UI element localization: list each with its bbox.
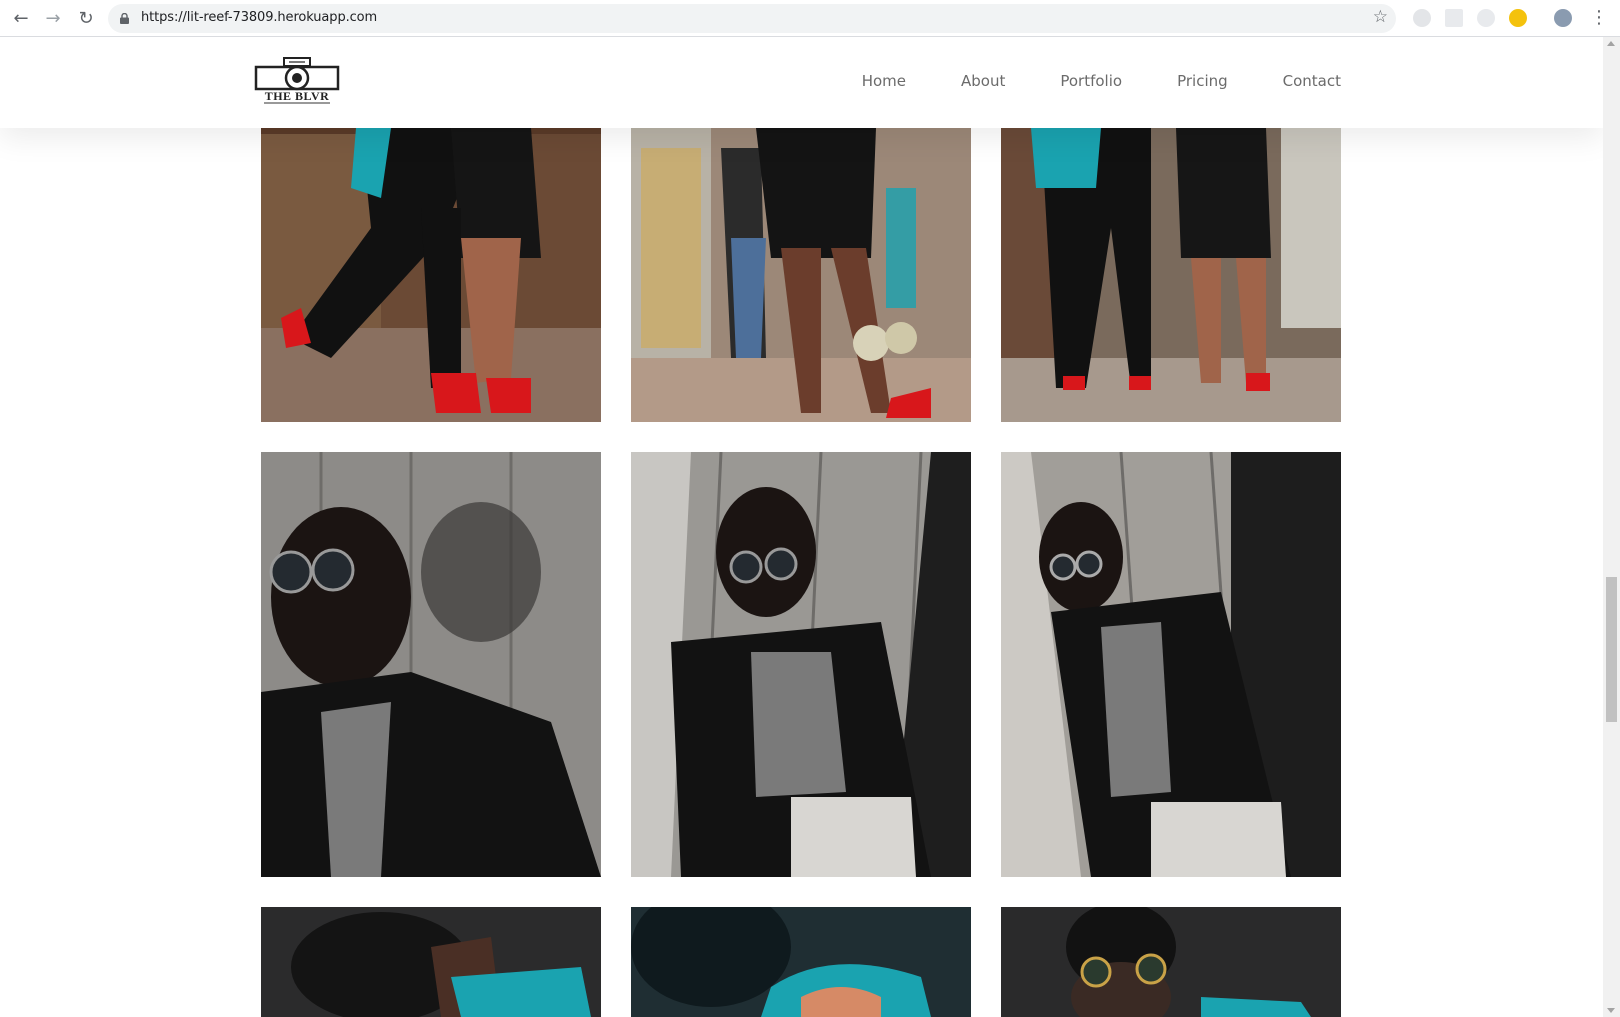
nav-pricing[interactable]: Pricing bbox=[1177, 72, 1228, 90]
reload-icon[interactable]: ↻ bbox=[75, 7, 97, 29]
scroll-thumb[interactable] bbox=[1606, 577, 1617, 722]
nav-home[interactable]: Home bbox=[862, 72, 906, 90]
extension-moon-icon[interactable] bbox=[1509, 9, 1527, 27]
extension-icon[interactable] bbox=[1413, 9, 1431, 27]
nav-contact[interactable]: Contact bbox=[1283, 72, 1341, 90]
gallery-photo-teal-scarf[interactable] bbox=[631, 907, 971, 1017]
site-header: THE BLVR Home About Portfolio Pricing Co… bbox=[0, 37, 1603, 128]
nav-portfolio[interactable]: Portfolio bbox=[1060, 72, 1122, 90]
scroll-up-icon[interactable] bbox=[1607, 41, 1615, 46]
main-nav: Home About Portfolio Pricing Contact bbox=[807, 72, 1341, 90]
gallery-photo-street-duo-1[interactable] bbox=[261, 128, 601, 422]
gallery-photo-street-duo-2[interactable] bbox=[1001, 128, 1341, 422]
back-icon[interactable]: ← bbox=[10, 7, 32, 29]
address-bar[interactable]: https://lit-reef-73809.herokuapp.com ☆ bbox=[108, 4, 1396, 33]
gallery-photo-sunglasses-portrait[interactable] bbox=[1001, 907, 1341, 1017]
gallery-photo-street-market[interactable] bbox=[631, 128, 971, 422]
camera-logo-icon bbox=[254, 57, 340, 91]
menu-icon[interactable]: ⋮ bbox=[1590, 7, 1608, 28]
extension-icon[interactable] bbox=[1477, 9, 1495, 27]
url-text[interactable]: https://lit-reef-73809.herokuapp.com bbox=[141, 10, 377, 25]
avatar[interactable] bbox=[1554, 9, 1572, 27]
nav-about[interactable]: About bbox=[961, 72, 1005, 90]
gallery-photo-leather-jacket-2[interactable] bbox=[631, 452, 971, 877]
browser-toolbar: ← → ↻ https://lit-reef-73809.herokuapp.c… bbox=[0, 0, 1620, 37]
scroll-down-icon[interactable] bbox=[1607, 1008, 1615, 1013]
page-viewport: THE BLVR Home About Portfolio Pricing Co… bbox=[0, 37, 1603, 1017]
extension-icon[interactable] bbox=[1445, 9, 1463, 27]
forward-icon[interactable]: → bbox=[42, 7, 64, 29]
gallery-photo-leather-jacket-3[interactable] bbox=[1001, 452, 1341, 877]
gallery-photo-leather-jacket-1[interactable] bbox=[261, 452, 601, 877]
logo[interactable]: THE BLVR bbox=[254, 57, 340, 107]
logo-tagline bbox=[264, 102, 330, 104]
page-scrollbar[interactable] bbox=[1603, 37, 1620, 1017]
star-icon[interactable]: ☆ bbox=[1373, 7, 1388, 27]
lock-icon bbox=[120, 13, 129, 24]
gallery-photo-cap-portrait[interactable] bbox=[261, 907, 601, 1017]
